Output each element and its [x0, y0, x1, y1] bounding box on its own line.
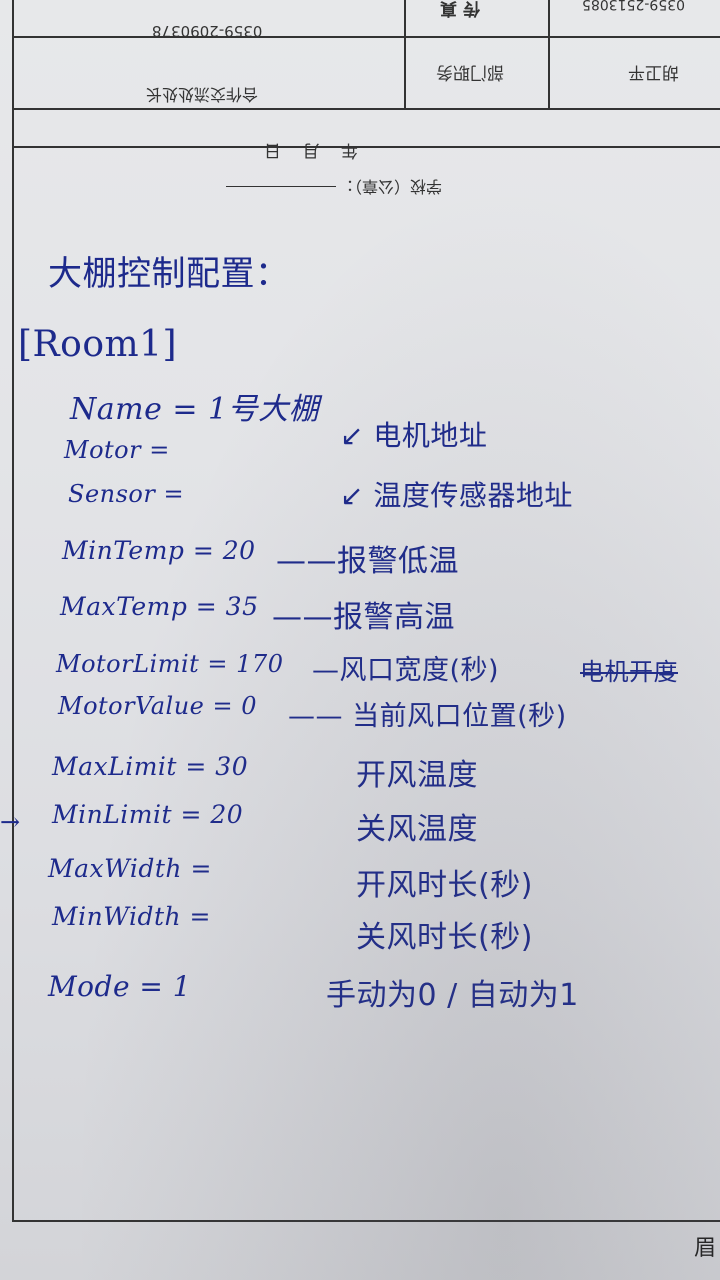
form-dept-value: 合作交流处处长	[146, 85, 259, 104]
form-seal-underline	[226, 186, 336, 187]
config-comment-minlimit: 关风温度	[356, 812, 478, 847]
config-line-maxtemp: MaxTemp = 35	[60, 592, 259, 621]
notes-section-header: [Room1]	[18, 324, 178, 365]
config-comment-motorlimit: —风口宽度(秒)	[312, 655, 500, 686]
config-line-maxlimit: MaxLimit = 30	[52, 752, 249, 781]
config-comment-maxwidth: 开风时长(秒)	[356, 868, 533, 903]
config-line-maxwidth: MaxWidth =	[48, 854, 212, 883]
config-line-motorvalue: MotorValue = 0	[58, 692, 257, 720]
config-line-mintemp: MinTemp = 20	[62, 536, 256, 565]
form-line	[12, 146, 720, 148]
form-seal-label: 学校（公章）：	[338, 177, 443, 196]
form-contact-name: 胡卫平	[628, 62, 679, 82]
form-line	[12, 108, 720, 110]
config-line-minlimit: MinLimit = 20	[52, 800, 244, 829]
frame-left-border	[12, 0, 14, 1222]
config-comment-motorvalue: —— 当前风口位置(秒)	[288, 701, 567, 732]
config-comment-sensor: ↙ 温度传感器地址	[340, 479, 573, 512]
form-line	[548, 0, 550, 110]
config-line-mode: Mode = 1	[48, 970, 192, 1003]
config-line-motorlimit: MotorLimit = 170	[56, 650, 284, 678]
config-line-sensor: Sensor =	[68, 480, 185, 508]
config-line-name: Name = 1号大棚	[70, 392, 320, 427]
form-date-label: 年 月 日	[256, 140, 358, 160]
arrow-marker: →	[0, 808, 21, 836]
config-comment-mintemp: ——报警低温	[276, 544, 459, 579]
config-comment-maxtemp: ——报警高温	[272, 600, 455, 635]
form-dept-label: 部门职务	[436, 62, 504, 82]
config-comment-maxlimit: 开风温度	[356, 758, 478, 793]
config-comment-mode: 手动为0 / 自动为1	[326, 978, 579, 1013]
corner-glyph: 眉	[693, 1236, 716, 1261]
config-line-motor: Motor =	[64, 436, 170, 464]
notes-title: 大棚控制配置：	[48, 254, 290, 294]
config-struck-text: 电机开度	[580, 658, 678, 686]
form-fax-label: 传 真	[440, 0, 480, 18]
config-comment-motor: ↙ 电机地址	[340, 419, 488, 452]
config-line-minwidth: MinWidth =	[52, 902, 211, 931]
frame-bottom-border	[12, 1220, 720, 1222]
config-comment-minwidth: 关风时长(秒)	[356, 920, 533, 955]
form-line	[404, 0, 406, 110]
form-line	[12, 36, 720, 38]
form-phone-top: 0359-2513085	[582, 0, 686, 12]
form-phone-left: 0359-2090378	[152, 22, 263, 40]
